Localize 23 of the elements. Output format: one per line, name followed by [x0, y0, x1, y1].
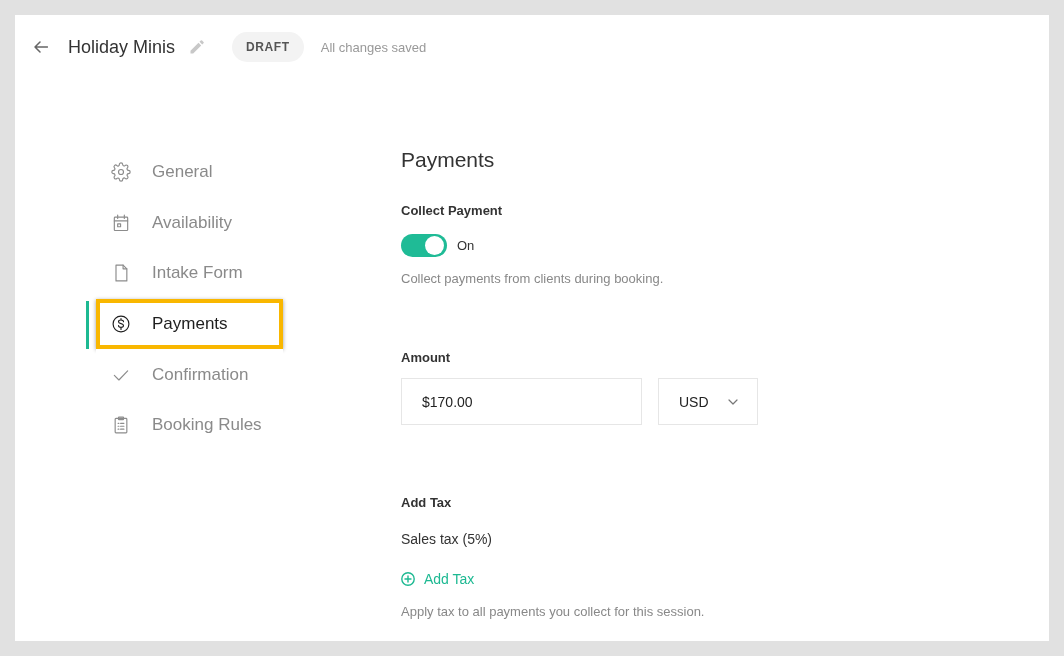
calendar-icon — [111, 212, 131, 233]
help-text: Apply tax to all payments you collect for this session. — [401, 603, 705, 621]
save-status: All changes saved — [320, 39, 427, 55]
back-arrow-icon[interactable] — [34, 41, 48, 53]
section-heading: Payments — [401, 147, 495, 173]
amount-input[interactable]: $170.00 — [401, 378, 642, 425]
sidebar-item[interactable]: Payments — [96, 298, 283, 350]
page-title: Holiday Minis — [68, 36, 176, 58]
toggle-state-label: On — [457, 238, 475, 253]
help-text: Collect payments from clients during booking. — [401, 270, 664, 288]
field-label: Collect Payment — [401, 202, 503, 220]
field-label: Add Tax — [401, 494, 452, 512]
tax-item: Sales tax (5%) — [401, 530, 493, 549]
status-badge: DRAFT — [232, 32, 304, 62]
add-tax-link[interactable]: Add Tax — [401, 569, 475, 589]
chevron-down-icon — [728, 398, 738, 405]
gear-icon — [111, 162, 131, 183]
currency-select[interactable]: USD — [658, 378, 758, 425]
pencil-icon[interactable] — [190, 40, 205, 54]
plus-circle-icon — [401, 572, 415, 586]
field-label: Amount — [401, 349, 451, 367]
dollar-circle-icon — [111, 314, 131, 335]
toggle-switch[interactable] — [401, 234, 447, 257]
